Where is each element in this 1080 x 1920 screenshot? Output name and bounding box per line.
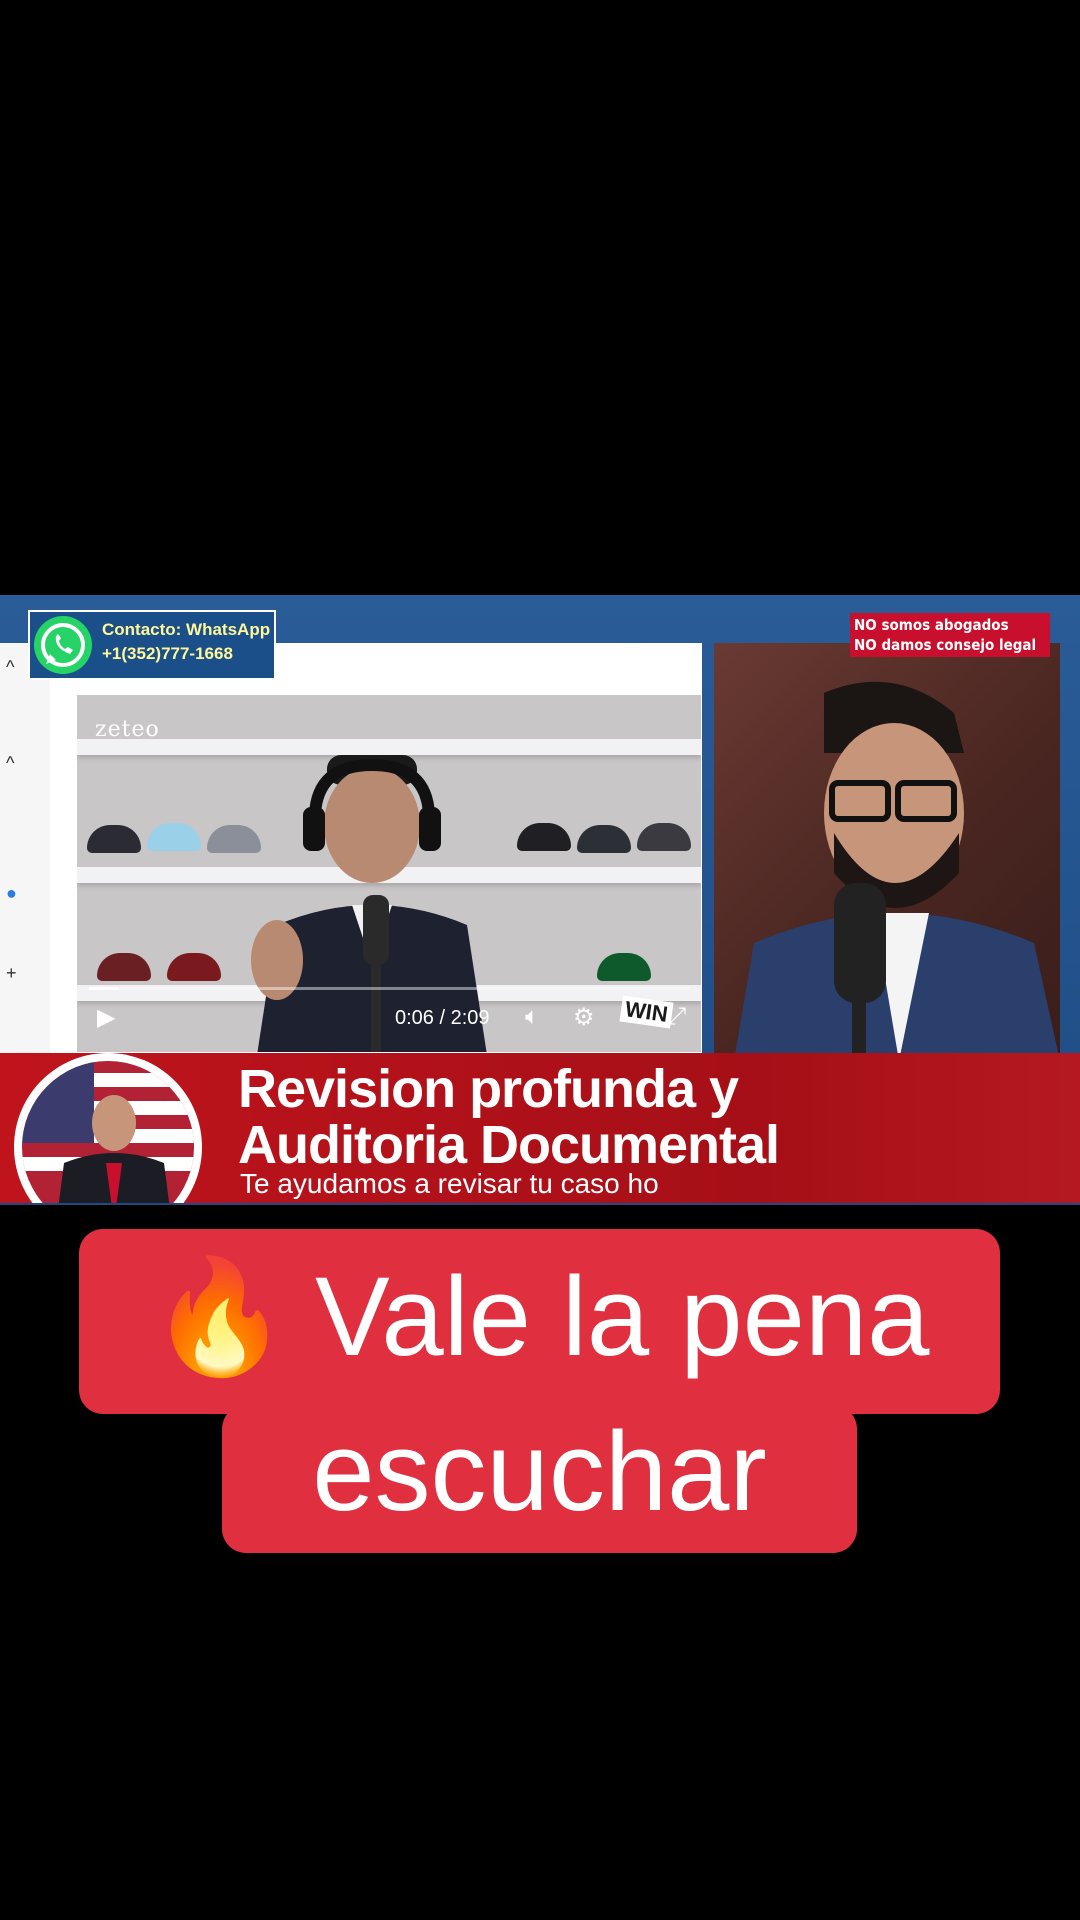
embedded-video[interactable]: zeteo ▶ 0:06 / 2:09 🔈︎ ⚙ WIN ⤢ <box>77 695 701 1052</box>
fire-icon: 🔥 <box>149 1254 290 1379</box>
hat-image <box>517 823 571 851</box>
play-icon[interactable]: ▶ <box>97 1003 115 1032</box>
caret-icon: ^ <box>6 753 15 773</box>
avatar-circle <box>14 1053 202 1203</box>
caption-text: Vale la pena <box>315 1254 930 1379</box>
banner-subtitle: Te ayudamos a revisar tu caso ho <box>240 1168 659 1199</box>
browser-side-strip: ^ ^ ● + <box>0 643 50 1063</box>
caption-line1: 🔥 Vale la pena <box>79 1247 1000 1387</box>
contact-label: Contacto: WhatsApp <box>102 620 271 639</box>
banner-title-line2: Auditoria Documental <box>238 1115 780 1175</box>
badge-icon: ● <box>6 883 17 903</box>
progress-bar[interactable] <box>89 987 689 990</box>
hat-image <box>97 953 151 981</box>
hat-image <box>167 953 221 981</box>
banner-title-line1: Revision profunda y <box>238 1059 739 1119</box>
shelf <box>77 739 701 755</box>
whatsapp-contact-box[interactable]: Contacto: WhatsApp +1(352)777-1668 <box>28 610 276 680</box>
webcam-feed <box>714 643 1060 1061</box>
disclaimer-line: NO damos consejo legal <box>854 636 1037 654</box>
contact-phone[interactable]: +1(352)777-1668 <box>102 644 233 664</box>
disclaimer-line: NO somos abogados <box>854 616 1009 634</box>
caret-icon: ^ <box>6 657 15 677</box>
channel-logo: zeteo <box>95 717 160 742</box>
timecode: 0:06 / 2:09 <box>395 1007 490 1029</box>
plus-icon: + <box>6 963 17 983</box>
hat-image <box>637 823 691 851</box>
hat-image <box>147 823 201 851</box>
disclaimer-badge: NO somos abogados NO damos consejo legal <box>850 613 1050 657</box>
fullscreen-icon[interactable]: ⤢ <box>667 1003 686 1031</box>
volume-icon[interactable]: 🔈︎ <box>525 1003 539 1031</box>
hat-image <box>597 953 651 981</box>
settings-icon[interactable]: ⚙ <box>573 1003 595 1032</box>
presenter-person-image <box>734 681 1060 1061</box>
presenter-avatar <box>14 1053 202 1203</box>
hat-image <box>577 825 631 853</box>
hat-image <box>87 825 141 853</box>
caption-line2: escuchar <box>312 1409 767 1534</box>
whatsapp-icon <box>34 616 92 674</box>
progress-fill <box>89 987 119 990</box>
